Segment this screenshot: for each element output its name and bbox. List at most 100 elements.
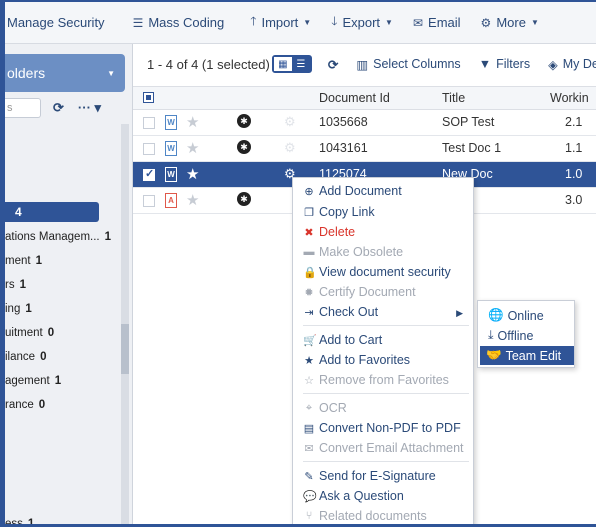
- menu-related-documents: ⑂ Related documents: [303, 509, 427, 523]
- folder-item[interactable]: ing 1: [5, 303, 32, 315]
- menu-label: Remove from Favorites: [319, 373, 449, 387]
- select-all-checkbox[interactable]: [143, 92, 154, 103]
- favorite-star-icon[interactable]: ★: [186, 113, 199, 131]
- table-row[interactable]: W ★ ✱ ⚙ 1035668 SOP Test 2.1: [133, 110, 596, 136]
- folders-panel: olders ▼ s ⟳ ··· ▾ 4 ations Managem... 1 …: [5, 44, 133, 524]
- handshake-icon: 🤝: [486, 348, 502, 362]
- mass-coding-button[interactable]: ☰ Mass Coding: [123, 15, 235, 30]
- scrollbar-thumb[interactable]: [121, 324, 129, 374]
- globe-icon: 🌐: [488, 308, 504, 322]
- refresh-icon[interactable]: ⟳: [53, 100, 64, 116]
- select-columns-button[interactable]: ▥ Select Columns: [356, 57, 460, 72]
- menu-certify: ✹ Certify Document: [303, 285, 416, 299]
- menu-divider: [303, 325, 469, 326]
- menu-label: Convert Email Attachment: [319, 441, 464, 455]
- top-toolbar: Manage Security ☰ Mass Coding 🡑 Import ▼…: [5, 2, 596, 44]
- folder-label: rs: [5, 279, 15, 291]
- column-header-title[interactable]: Title: [442, 91, 465, 105]
- menu-copy-link[interactable]: ❐ Copy Link: [303, 205, 375, 219]
- submenu-online[interactable]: 🌐 Online: [488, 308, 544, 323]
- menu-convert-pdf[interactable]: ▤ Convert Non-PDF to PDF: [303, 421, 461, 435]
- column-header-document-id[interactable]: Document Id: [319, 91, 390, 105]
- gear-icon: ⚙: [480, 15, 492, 30]
- database-icon: ☰: [132, 15, 144, 30]
- folder-label: agement: [5, 375, 50, 387]
- folders-title: olders: [7, 65, 46, 81]
- row-gear-icon[interactable]: ⚙: [284, 140, 296, 156]
- download-arrow-icon: 🡓: [331, 14, 338, 28]
- word-doc-icon: W: [165, 141, 177, 156]
- table-row[interactable]: W ★ ✱ ⚙ 1043161 Test Doc 1 1.1: [133, 136, 596, 162]
- menu-add-document[interactable]: ⊕ Add Document: [303, 184, 401, 198]
- table-header: Document Id Title Workin: [133, 86, 596, 110]
- folder-count: 1: [25, 303, 32, 315]
- view-toggle[interactable]: ▦ ☰: [271, 55, 312, 73]
- row-checkbox[interactable]: [143, 167, 155, 181]
- word-doc-icon: W: [165, 115, 177, 130]
- selected-folder[interactable]: 4: [5, 202, 99, 222]
- folder-label: rance: [5, 399, 34, 411]
- list-view-icon[interactable]: ☰: [291, 57, 310, 71]
- folder-item[interactable]: ess 1: [5, 518, 34, 524]
- menu-view-security[interactable]: 🔒 View document security: [303, 265, 451, 279]
- folders-header[interactable]: olders ▼: [5, 54, 125, 92]
- folder-count: 1: [54, 375, 62, 387]
- column-header-working[interactable]: Workin: [550, 91, 589, 105]
- app-window: Manage Security ☰ Mass Coding 🡑 Import ▼…: [0, 0, 596, 527]
- folders-scrollbar[interactable]: [121, 124, 129, 524]
- menu-add-to-favorites[interactable]: ★ Add to Favorites: [303, 353, 410, 367]
- more-button[interactable]: ⚙ More ▼: [471, 15, 549, 30]
- favorite-star-icon[interactable]: ★: [186, 191, 199, 209]
- row-checkbox[interactable]: [143, 143, 155, 155]
- folder-item[interactable]: ilance 0: [5, 351, 46, 363]
- row-gear-icon[interactable]: ⚙: [284, 114, 296, 130]
- menu-label: View document security: [319, 265, 451, 279]
- folder-item[interactable]: rs 1: [5, 279, 26, 291]
- title-cell: Test Doc 1: [442, 141, 502, 155]
- menu-send-esign[interactable]: ✎ Send for E-Signature: [303, 469, 435, 483]
- mass-coding-label: Mass Coding: [148, 15, 225, 30]
- menu-check-out[interactable]: ⇥ Check Out: [303, 305, 378, 319]
- menu-label: Add to Favorites: [319, 353, 411, 367]
- folder-item[interactable]: agement 1: [5, 375, 61, 387]
- row-checkbox[interactable]: [143, 117, 155, 129]
- folder-count: 1: [35, 255, 42, 267]
- grid-view-icon[interactable]: ▦: [273, 57, 292, 71]
- pdf-doc-icon: A: [165, 193, 177, 208]
- my-default-button[interactable]: ◈ My De: [548, 57, 596, 72]
- submenu-offline[interactable]: ⤓ Offline: [488, 328, 533, 343]
- favorite-star-icon[interactable]: ★: [186, 139, 199, 157]
- my-default-label: My De: [562, 57, 596, 71]
- grid-toolbar: 1 - 4 of 4 (1 selected) ▦ ☰ ⟳ ▥ Select C…: [133, 44, 596, 84]
- email-button[interactable]: ✉ Email: [403, 15, 471, 30]
- folder-item[interactable]: ations Managem... 1: [5, 231, 111, 243]
- caret-down-icon: ▼: [385, 18, 393, 27]
- manage-security-button[interactable]: Manage Security: [5, 15, 115, 30]
- menu-label: Certify Document: [319, 285, 416, 299]
- word-doc-icon: W: [165, 167, 177, 182]
- caret-down-icon: ▼: [303, 18, 312, 27]
- row-checkbox[interactable]: [143, 195, 155, 207]
- folder-item[interactable]: ment 1: [5, 255, 42, 267]
- import-button[interactable]: 🡑 Import ▼: [240, 12, 321, 33]
- refresh-button[interactable]: ⟳: [328, 57, 338, 72]
- folder-item[interactable]: rance 0: [5, 399, 45, 411]
- more-options-icon[interactable]: ··· ▾: [78, 100, 101, 116]
- email-label: Email: [428, 15, 461, 30]
- folder-search-input[interactable]: s: [5, 98, 41, 118]
- submenu-team-edit[interactable]: 🤝 Team Edit: [480, 346, 574, 365]
- edit-icon: ✎: [304, 470, 314, 483]
- columns-icon: ▥: [356, 57, 369, 72]
- favorite-star-icon[interactable]: ★: [186, 165, 199, 183]
- caret-down-icon[interactable]: ▼: [107, 69, 115, 78]
- folder-item[interactable]: uitment 0: [5, 327, 54, 339]
- menu-add-to-cart[interactable]: 🛒 Add to Cart: [303, 333, 382, 347]
- filters-button[interactable]: ▼ Filters: [479, 57, 530, 71]
- menu-ask-question[interactable]: 💬 Ask a Question: [303, 489, 404, 503]
- export-button[interactable]: 🡓 Export ▼: [321, 12, 403, 33]
- check-out-submenu: 🌐 Online ⤓ Offline 🤝 Team Edit: [477, 300, 575, 368]
- menu-label: Delete: [319, 225, 356, 239]
- star-outline-icon: ☆: [304, 374, 314, 387]
- menu-delete[interactable]: ✖ Delete: [303, 225, 355, 239]
- folder-label: ations Managem...: [5, 231, 100, 243]
